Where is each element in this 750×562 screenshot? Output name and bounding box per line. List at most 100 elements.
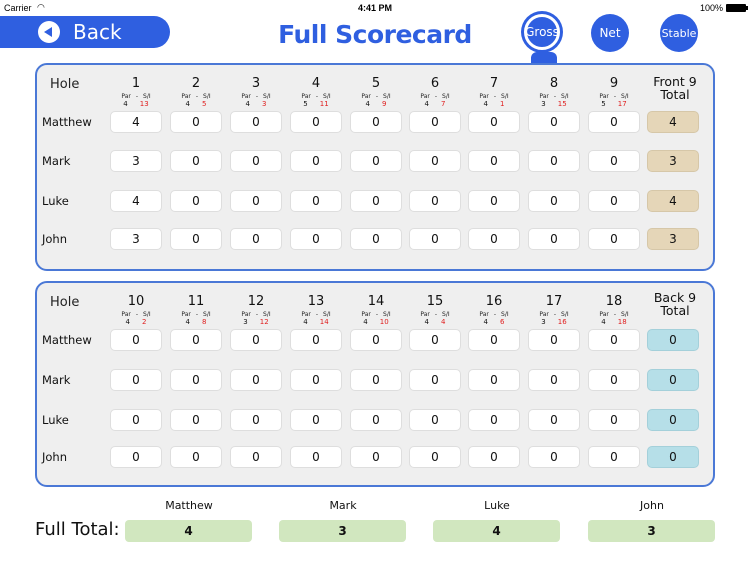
score-cell[interactable]: 0 <box>468 409 520 431</box>
score-cell[interactable]: 0 <box>170 446 222 468</box>
back-button[interactable]: Back <box>0 16 170 48</box>
score-cell[interactable]: 0 <box>588 150 640 172</box>
score-cell[interactable]: 0 <box>230 190 282 212</box>
score-cell[interactable]: 0 <box>290 150 342 172</box>
score-cell[interactable]: 0 <box>528 446 580 468</box>
si-label: S/I <box>501 93 509 100</box>
score-cell[interactable]: 0 <box>588 111 640 133</box>
player-name: Matthew <box>42 115 92 129</box>
score-cell[interactable]: 0 <box>350 329 402 351</box>
stableford-mode-button[interactable]: Stable <box>660 14 698 52</box>
score-cell[interactable]: 0 <box>528 190 580 212</box>
score-cell[interactable]: 0 <box>170 228 222 250</box>
net-mode-button[interactable]: Net <box>591 14 629 52</box>
player-name: John <box>42 232 68 246</box>
score-cell[interactable]: 4 <box>110 190 162 212</box>
score-cell[interactable]: 0 <box>350 150 402 172</box>
score-cell[interactable]: 0 <box>468 190 520 212</box>
hole-column-label: Hole <box>50 295 80 310</box>
score-cell[interactable]: 0 <box>468 111 520 133</box>
par-label: Par <box>361 311 371 318</box>
score-cell[interactable]: 0 <box>528 150 580 172</box>
score-cell[interactable]: 0 <box>468 446 520 468</box>
score-cell[interactable]: 0 <box>230 329 282 351</box>
stroke-index-value: 9 <box>382 100 387 108</box>
stroke-index-value: 18 <box>617 318 627 326</box>
score-cell[interactable]: 0 <box>230 369 282 391</box>
par-label: Par <box>479 93 489 100</box>
score-cell[interactable]: 0 <box>290 369 342 391</box>
score-cell[interactable]: 0 <box>170 409 222 431</box>
score-cell[interactable]: 0 <box>290 409 342 431</box>
score-cell[interactable]: 0 <box>110 329 162 351</box>
par-value: 3 <box>541 318 546 326</box>
gross-mode-button[interactable]: Gross <box>524 14 560 50</box>
score-cell[interactable]: 0 <box>409 111 461 133</box>
par-value: 4 <box>125 318 130 326</box>
par-si-labels: Par - S/I <box>579 93 649 100</box>
score-cell[interactable]: 0 <box>170 150 222 172</box>
score-cell[interactable]: 3 <box>110 228 162 250</box>
battery-percent: 100% <box>699 3 723 13</box>
score-cell[interactable]: 0 <box>409 150 461 172</box>
score-cell[interactable]: 0 <box>528 111 580 133</box>
score-cell[interactable]: 0 <box>588 446 640 468</box>
par-value: 4 <box>483 318 488 326</box>
score-cell[interactable]: 0 <box>588 369 640 391</box>
par-label: Par <box>301 311 311 318</box>
score-cell[interactable]: 0 <box>528 329 580 351</box>
dash: - <box>375 93 379 100</box>
score-cell[interactable]: 0 <box>290 190 342 212</box>
si-label: S/I <box>561 311 569 318</box>
score-cell[interactable]: 0 <box>230 150 282 172</box>
score-cell[interactable]: 0 <box>290 446 342 468</box>
score-cell[interactable]: 0 <box>110 446 162 468</box>
score-cell[interactable]: 0 <box>528 369 580 391</box>
score-cell[interactable]: 0 <box>290 111 342 133</box>
par-value: 4 <box>365 100 370 108</box>
score-cell[interactable]: 0 <box>588 228 640 250</box>
score-cell[interactable]: 4 <box>110 111 162 133</box>
score-cell[interactable]: 0 <box>409 446 461 468</box>
clock: 4:41 PM <box>357 3 392 13</box>
score-cell[interactable]: 0 <box>350 369 402 391</box>
score-cell[interactable]: 0 <box>350 446 402 468</box>
par-label: Par <box>121 311 131 318</box>
score-cell[interactable]: 0 <box>588 409 640 431</box>
par-label: Par <box>241 93 251 100</box>
score-cell[interactable]: 0 <box>290 329 342 351</box>
score-cell[interactable]: 0 <box>170 369 222 391</box>
score-cell[interactable]: 0 <box>110 409 162 431</box>
score-cell[interactable]: 0 <box>350 228 402 250</box>
score-cell[interactable]: 0 <box>468 228 520 250</box>
score-cell[interactable]: 0 <box>170 111 222 133</box>
score-cell[interactable]: 0 <box>350 409 402 431</box>
score-cell[interactable]: 0 <box>588 190 640 212</box>
par-value: 5 <box>303 100 308 108</box>
score-cell[interactable]: 0 <box>350 111 402 133</box>
score-cell[interactable]: 0 <box>588 329 640 351</box>
score-cell[interactable]: 0 <box>110 369 162 391</box>
score-cell[interactable]: 0 <box>468 369 520 391</box>
par-label: Par <box>181 311 191 318</box>
score-cell[interactable]: 0 <box>468 329 520 351</box>
score-cell[interactable]: 0 <box>230 409 282 431</box>
score-cell[interactable]: 0 <box>350 190 402 212</box>
score-cell[interactable]: 3 <box>110 150 162 172</box>
score-cell[interactable]: 0 <box>290 228 342 250</box>
score-cell[interactable]: 0 <box>528 409 580 431</box>
score-cell[interactable]: 0 <box>170 190 222 212</box>
score-cell[interactable]: 0 <box>409 228 461 250</box>
score-cell[interactable]: 0 <box>230 228 282 250</box>
si-label: S/I <box>442 311 450 318</box>
score-cell[interactable]: 0 <box>468 150 520 172</box>
score-cell[interactable]: 0 <box>528 228 580 250</box>
score-cell[interactable]: 0 <box>409 409 461 431</box>
score-cell[interactable]: 0 <box>230 446 282 468</box>
score-cell[interactable]: 0 <box>230 111 282 133</box>
score-cell[interactable]: 0 <box>170 329 222 351</box>
score-cell[interactable]: 0 <box>409 369 461 391</box>
total-header-line: Total <box>660 87 690 102</box>
score-cell[interactable]: 0 <box>409 190 461 212</box>
score-cell[interactable]: 0 <box>409 329 461 351</box>
